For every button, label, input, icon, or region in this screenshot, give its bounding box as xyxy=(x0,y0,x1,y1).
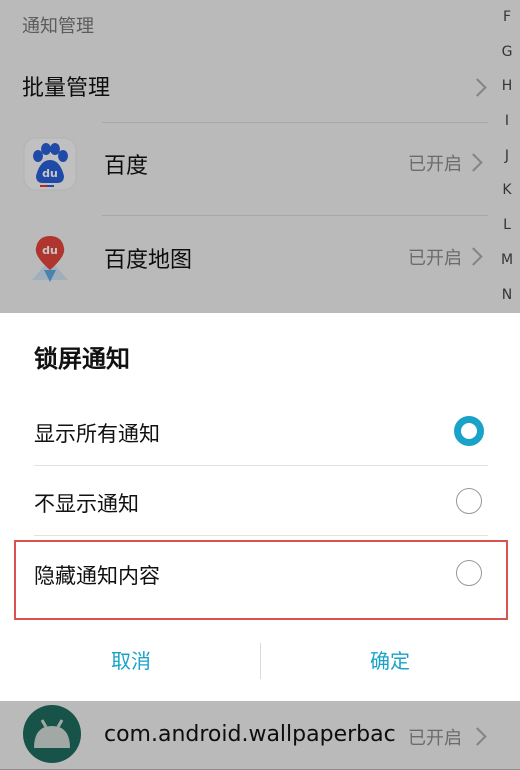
app-status: 已开启 xyxy=(408,154,462,175)
section-title: 通知管理 xyxy=(22,16,94,37)
radio-unselected-icon[interactable] xyxy=(456,488,482,514)
alpha-index-letter[interactable]: K xyxy=(494,173,520,208)
app-row-baidu-map[interactable]: du 百度地图 已开启 xyxy=(22,222,492,302)
app-status: 已开启 xyxy=(408,248,462,269)
alpha-index-letter[interactable]: H xyxy=(494,69,520,104)
radio-selected-icon[interactable] xyxy=(454,416,484,446)
lockscreen-notification-dialog: 锁屏通知 显示所有通知 不显示通知 隐藏通知内容 取消 确定 xyxy=(0,313,520,701)
baidu-paw-icon: du xyxy=(22,136,78,192)
option-label: 隐藏通知内容 xyxy=(34,564,160,588)
alpha-index-letter[interactable]: I xyxy=(494,104,520,139)
alphabet-index[interactable]: F G H I J K L M N xyxy=(494,0,520,312)
divider xyxy=(34,535,488,536)
svg-text:du: du xyxy=(42,167,58,180)
batch-manage-label: 批量管理 xyxy=(22,76,111,101)
option-hide-content[interactable]: 隐藏通知内容 xyxy=(34,540,488,610)
app-name: 百度地图 xyxy=(104,248,193,273)
chevron-right-icon xyxy=(464,153,483,172)
alpha-index-letter[interactable]: L xyxy=(494,208,520,243)
confirm-button[interactable]: 确定 xyxy=(275,633,505,689)
svg-text:du: du xyxy=(42,244,58,257)
alpha-index-letter[interactable]: M xyxy=(494,243,520,278)
batch-manage-row[interactable]: 批量管理 xyxy=(22,70,492,110)
button-divider xyxy=(260,643,261,679)
option-hide-all[interactable]: 不显示通知 xyxy=(34,468,488,538)
alpha-index-letter[interactable]: N xyxy=(494,278,520,313)
option-label: 不显示通知 xyxy=(34,492,139,516)
android-robot-icon xyxy=(22,704,82,764)
chevron-right-icon xyxy=(468,78,487,97)
app-name: 百度 xyxy=(104,154,149,179)
chevron-right-icon xyxy=(464,247,483,266)
app-row-wallpaper[interactable]: com.android.wallpaperbac 已开启 xyxy=(22,700,492,770)
divider xyxy=(102,122,488,123)
app-status: 已开启 xyxy=(408,728,462,749)
baidu-map-pin-icon: du xyxy=(22,230,78,286)
app-row-baidu[interactable]: du 百度 已开启 xyxy=(22,128,492,208)
chevron-right-icon xyxy=(468,727,487,746)
divider xyxy=(102,215,488,216)
option-show-all[interactable]: 显示所有通知 xyxy=(34,398,488,468)
divider xyxy=(34,465,488,466)
alpha-index-letter[interactable]: G xyxy=(494,35,520,70)
radio-unselected-icon[interactable] xyxy=(456,560,482,586)
option-label: 显示所有通知 xyxy=(34,422,160,446)
alpha-index-letter[interactable]: J xyxy=(494,139,520,174)
dialog-title: 锁屏通知 xyxy=(34,345,130,373)
alpha-index-letter[interactable]: F xyxy=(494,0,520,35)
cancel-button[interactable]: 取消 xyxy=(16,633,246,689)
app-name: com.android.wallpaperbac xyxy=(104,722,396,747)
